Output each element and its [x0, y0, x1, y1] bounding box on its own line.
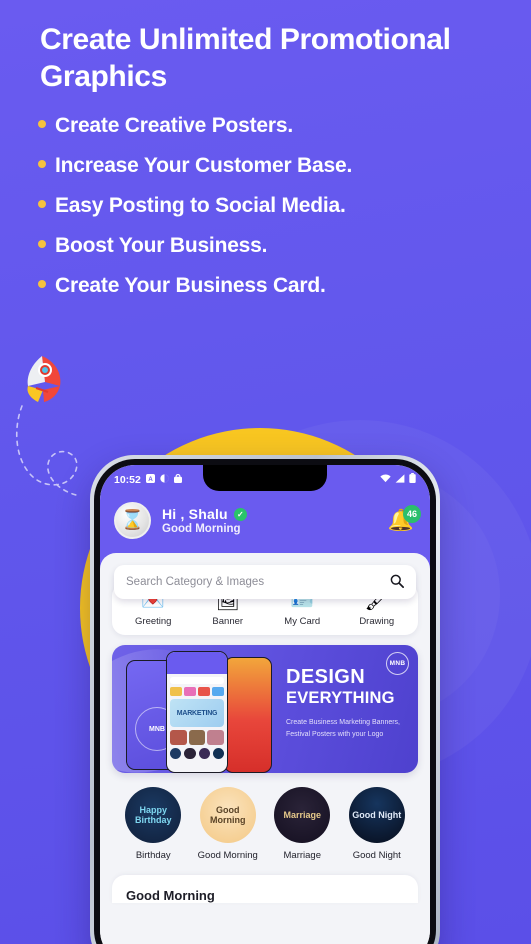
bottom-section-card: Good Morning — [112, 875, 418, 903]
category-thumbnail: Good Night — [348, 787, 405, 843]
category-good-night[interactable]: Good Night Good Night — [340, 787, 415, 861]
promo-screenshot: Create Unlimited Promotional Graphics Cr… — [0, 0, 531, 944]
phone-mockup: 10:52 A ⌛ Hi , Shalu ✓ Good Morning 🔔 46… — [90, 455, 440, 944]
phone-screen: 10:52 A ⌛ Hi , Shalu ✓ Good Morning 🔔 46… — [100, 465, 430, 944]
category-marriage[interactable]: Marriage Marriage — [265, 787, 340, 861]
brightness-icon — [160, 473, 169, 486]
quick-action-label: Drawing — [359, 616, 395, 627]
category-label: Good Night — [352, 850, 401, 861]
bullet-dot-icon — [38, 280, 46, 289]
bullet-dot-icon — [38, 120, 46, 128]
hero-mini-phone-right — [224, 657, 272, 773]
bullet-dot-icon — [38, 200, 46, 209]
category-good-morning[interactable]: Good Morning Good Morning — [191, 787, 266, 861]
quick-action-label: My Card — [284, 616, 321, 627]
status-bar-left: 10:52 A — [114, 473, 182, 486]
hero-subtitle: Create Business Marketing Banners, Festi… — [286, 719, 400, 738]
battery-icon — [409, 473, 416, 486]
category-thumbnail: Happy Birthday — [125, 787, 182, 843]
category-label: Birthday — [135, 850, 171, 861]
wifi-icon — [380, 473, 391, 486]
avatar[interactable]: ⌛ — [114, 502, 151, 539]
status-bar: 10:52 A — [114, 471, 416, 488]
search-bar[interactable]: Search Category & Images — [114, 565, 416, 599]
notifications-button[interactable]: 🔔 46 — [388, 504, 421, 532]
hero-title-line2: EVERYTHING — [286, 689, 395, 707]
promo-feature-list: Create Creative Posters. Increase Your C… — [38, 114, 508, 314]
category-thumbnail: Good Morning — [199, 787, 256, 843]
hero-mini-banner-text: MARKETING — [170, 699, 224, 727]
status-time: 10:52 — [114, 473, 141, 486]
greeting-row: ⌛ Hi , Shalu ✓ Good Morning 🔔 46 — [114, 502, 421, 539]
svg-text:A: A — [148, 475, 153, 482]
verified-badge-icon: ✓ — [233, 507, 247, 521]
category-label: Marriage — [283, 850, 322, 861]
list-item: Increase Your Customer Base. — [38, 154, 508, 177]
list-item: Create Your Business Card. — [38, 274, 508, 297]
hero-mini-phone-center: MARKETING — [166, 651, 228, 773]
list-item: Create Creative Posters. — [38, 114, 508, 137]
greeting-subtitle: Good Morning — [162, 523, 241, 535]
feature-label: Create Your Business Card. — [55, 274, 326, 298]
app-notification-icon: A — [145, 473, 155, 486]
search-icon[interactable] — [390, 574, 404, 591]
category-thumbnail: Marriage — [274, 787, 331, 843]
feature-label: Easy Posting to Social Media. — [55, 194, 346, 218]
feature-label: Increase Your Customer Base. — [55, 154, 353, 178]
list-item: Boost Your Business. — [38, 234, 508, 257]
hero-mini-grid — [170, 730, 225, 745]
phone-bezel: 10:52 A ⌛ Hi , Shalu ✓ Good Morning 🔔 46… — [94, 459, 436, 944]
greeting-name: Hi , Shalu — [162, 506, 228, 522]
hero-title-line1: DESIGN — [286, 666, 366, 688]
list-item: Easy Posting to Social Media. — [38, 194, 508, 217]
promo-headline: Create Unlimited Promotional Graphics — [40, 23, 451, 93]
hero-mini-icons — [170, 687, 224, 696]
feature-label: Boost Your Business. — [55, 234, 268, 258]
bullet-dot-icon — [38, 160, 46, 169]
hero-mini-header — [167, 652, 227, 674]
app-content-area: 💌 Greeting 🖼 Banner 🪪 My Card 🖌 Drawing … — [100, 553, 430, 944]
category-birthday[interactable]: Happy Birthday Birthday — [116, 787, 191, 861]
status-bar-right — [380, 473, 416, 486]
category-label: Good Morning — [197, 850, 258, 861]
lock-icon — [173, 473, 182, 486]
bottom-section-title: Good Morning — [126, 888, 215, 903]
bullet-dot-icon — [38, 240, 46, 249]
notification-count-badge: 46 — [403, 504, 421, 523]
hourglass-avatar-icon: ⌛ — [120, 510, 145, 531]
signal-icon — [395, 473, 405, 486]
greeting-text-block: Hi , Shalu ✓ Good Morning — [162, 506, 247, 535]
quick-action-label: Greeting — [135, 616, 172, 627]
hero-mini-circles — [170, 748, 224, 760]
hero-banner[interactable]: MNB MARKETING MNB DESIGN EVERYTHING Crea… — [112, 645, 418, 773]
search-input[interactable]: Search Category & Images — [126, 576, 390, 588]
feature-label: Create Creative Posters. — [55, 114, 293, 137]
category-row: Happy Birthday Birthday Good Morning Goo… — [112, 787, 418, 861]
greeting-name-row: Hi , Shalu ✓ — [162, 506, 247, 522]
quick-action-label: Banner — [212, 616, 244, 627]
hero-mini-search — [170, 677, 224, 684]
hero-text-block: DESIGN EVERYTHING Create Business Market… — [286, 667, 414, 740]
